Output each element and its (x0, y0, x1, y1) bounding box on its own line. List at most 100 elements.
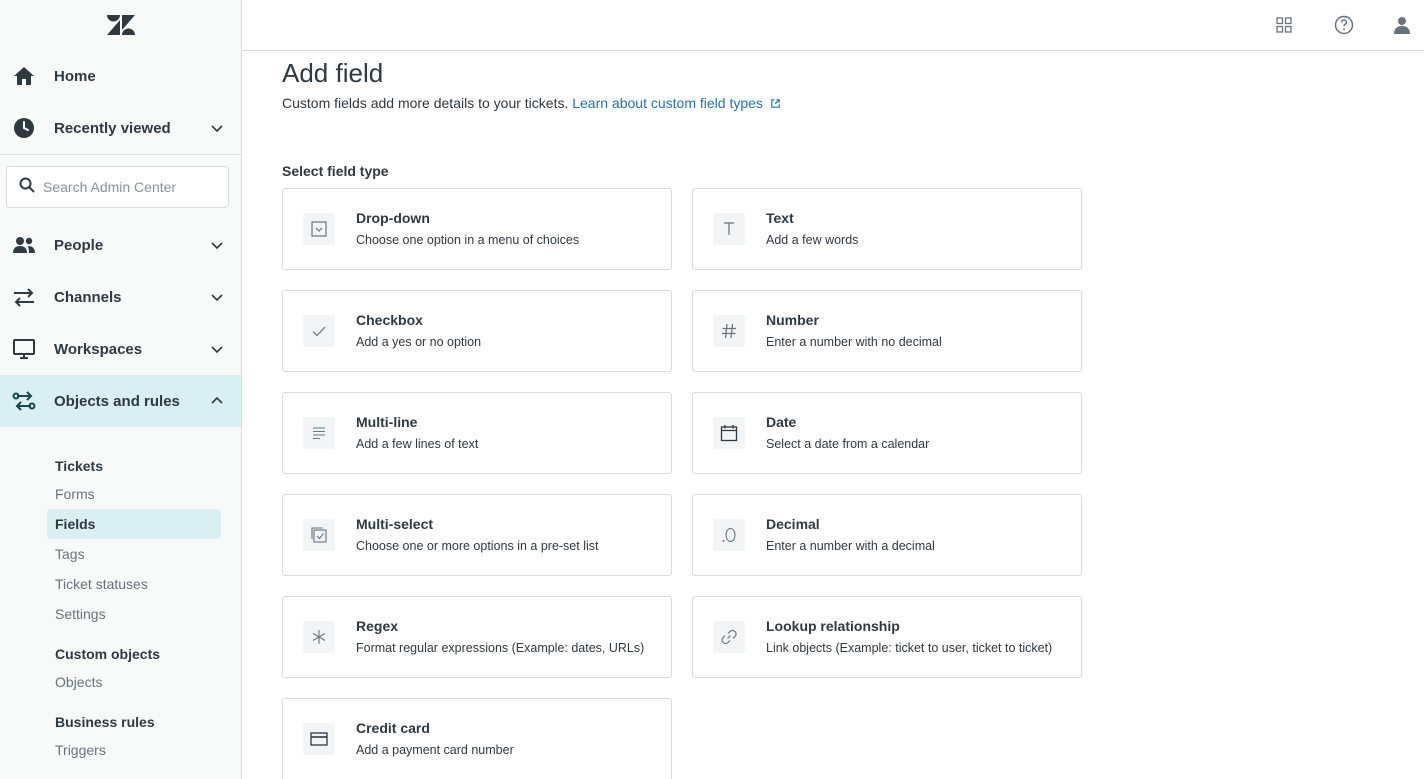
nav-people[interactable]: People (0, 219, 241, 271)
apps-grid-icon[interactable] (1272, 13, 1296, 37)
select-field-type-label: Select field type (282, 163, 389, 179)
learn-link-text: Learn about custom field types (572, 95, 763, 111)
card-title: Multi-line (356, 414, 418, 430)
card-text: Multi-line Add a few lines of text (356, 413, 651, 453)
page-subtitle: Custom fields add more details to your t… (282, 93, 1382, 113)
card-desc: Add a yes or no option (356, 335, 482, 349)
people-icon (12, 233, 36, 257)
zendesk-logo[interactable] (0, 0, 241, 50)
card-text: Text Add a few words (766, 209, 1061, 249)
card-text: Credit card Add a payment card number (356, 719, 651, 759)
card-text: Multi-select Choose one or more options … (356, 515, 651, 555)
sidebar-item-fields[interactable]: Fields (47, 509, 221, 539)
sidebar: Home Recently viewed People Cha (0, 0, 242, 779)
user-avatar-icon[interactable] (1390, 13, 1414, 37)
learn-custom-field-types-link[interactable]: Learn about custom field types (572, 95, 781, 111)
card-text: Decimal Enter a number with a decimal (766, 515, 1061, 555)
card-desc: Select a date from a calendar (766, 437, 930, 451)
nav-workspaces[interactable]: Workspaces (0, 323, 241, 375)
zendesk-logo-icon (106, 15, 135, 35)
external-link-icon (771, 99, 780, 108)
sidebar-item-triggers[interactable]: Triggers (47, 735, 221, 765)
sidebar-item-objects[interactable]: Objects (47, 667, 221, 697)
nav-recently-viewed[interactable]: Recently viewed (0, 102, 241, 154)
nav-channels[interactable]: Channels (0, 271, 241, 323)
sidebar-item-tags[interactable]: Tags (47, 539, 221, 569)
card-title: Number (766, 312, 819, 328)
nav-channels-label: Channels (54, 288, 122, 306)
card-desc: Choose one option in a menu of choices (356, 233, 580, 247)
sidebar-item-settings[interactable]: Settings (47, 599, 221, 629)
card-desc: Link objects (Example: ticket to user, t… (766, 641, 1053, 655)
card-text: Drop-down Choose one option in a menu of… (356, 209, 651, 249)
sidebar-item-ticket-statuses[interactable]: Ticket statuses (47, 569, 221, 599)
field-type-regex[interactable]: Regex Format regular expressions (Exampl… (282, 596, 672, 678)
field-type-lookup-relationship[interactable]: Lookup relationship Link objects (Exampl… (692, 596, 1082, 678)
lines-icon (303, 417, 335, 449)
chevron-down-icon (209, 237, 225, 253)
card-text: Checkbox Add a yes or no option (356, 311, 651, 351)
arrows-icon (12, 285, 36, 309)
text-icon (713, 213, 745, 245)
dropdown-icon (303, 213, 335, 245)
rules-icon (12, 389, 36, 413)
card-text: Lookup relationship Link objects (Exampl… (766, 617, 1061, 657)
custom-objects-group: Custom objects Objects (47, 643, 241, 697)
nav-home[interactable]: Home (0, 50, 241, 102)
nav-objects-and-rules-label: Objects and rules (54, 392, 180, 410)
custom-objects-heading: Custom objects (55, 646, 161, 662)
nav-home-label: Home (54, 67, 96, 85)
card-desc: Enter a number with a decimal (766, 539, 935, 553)
nav-people-label: People (54, 236, 104, 254)
card-desc: Enter a number with no decimal (766, 335, 942, 349)
business-rules-heading: Business rules (55, 714, 155, 730)
check-icon (303, 315, 335, 347)
nav-recently-viewed-label: Recently viewed (54, 119, 171, 137)
card-title: Regex (356, 618, 399, 634)
nav-workspaces-label: Workspaces (54, 340, 143, 358)
business-rules-group: Business rules Triggers (47, 711, 241, 765)
search-input[interactable] (43, 179, 213, 195)
hash-icon (713, 315, 745, 347)
help-icon[interactable] (1332, 13, 1356, 37)
card-title: Checkbox (356, 312, 423, 328)
sidebar-item-forms[interactable]: Forms (47, 479, 221, 509)
field-type-multi-line[interactable]: Multi-line Add a few lines of text (282, 392, 672, 474)
decimal-icon (713, 519, 745, 551)
clock-icon (12, 116, 36, 140)
objects-rules-submenu: Tickets Forms Fields Tags Ticket statuse… (0, 427, 241, 765)
main-content: Add field Custom fields add more details… (282, 51, 1382, 779)
field-type-credit-card[interactable]: Credit card Add a payment card number (282, 698, 672, 779)
field-type-dropdown[interactable]: Drop-down Choose one option in a menu of… (282, 188, 672, 270)
chevron-down-icon (209, 289, 225, 305)
top-header (242, 0, 1424, 51)
field-type-text[interactable]: Text Add a few words (692, 188, 1082, 270)
chevron-down-icon (209, 341, 225, 357)
card-text: Date Select a date from a calendar (766, 413, 1061, 453)
field-type-number[interactable]: Number Enter a number with no decimal (692, 290, 1082, 372)
search-icon (19, 177, 35, 198)
admin-search-box[interactable] (6, 166, 229, 208)
card-title: Lookup relationship (766, 618, 900, 634)
field-type-checkbox[interactable]: Checkbox Add a yes or no option (282, 290, 672, 372)
monitor-icon (12, 337, 36, 361)
nav-objects-and-rules[interactable]: Objects and rules (0, 375, 241, 427)
subtitle-text: Custom fields add more details to your t… (282, 95, 569, 111)
asterisk-icon (303, 621, 335, 653)
field-type-multi-select[interactable]: Multi-select Choose one or more options … (282, 494, 672, 576)
search-wrapper (0, 155, 241, 219)
tickets-heading: Tickets (55, 458, 103, 474)
home-icon (12, 64, 36, 88)
field-type-decimal[interactable]: Decimal Enter a number with a decimal (692, 494, 1082, 576)
field-type-grid: Drop-down Choose one option in a menu of… (282, 188, 1382, 779)
link-icon (713, 621, 745, 653)
card-title: Text (766, 210, 794, 226)
tickets-group: Tickets Forms Fields Tags Ticket statuse… (47, 455, 241, 629)
card-title: Decimal (766, 516, 820, 532)
card-desc: Format regular expressions (Example: dat… (356, 641, 645, 655)
field-type-date[interactable]: Date Select a date from a calendar (692, 392, 1082, 474)
chevron-down-icon (209, 120, 225, 136)
card-desc: Choose one or more options in a pre-set … (356, 539, 599, 553)
multiselect-icon (303, 519, 335, 551)
card-text: Number Enter a number with no decimal (766, 311, 1061, 351)
